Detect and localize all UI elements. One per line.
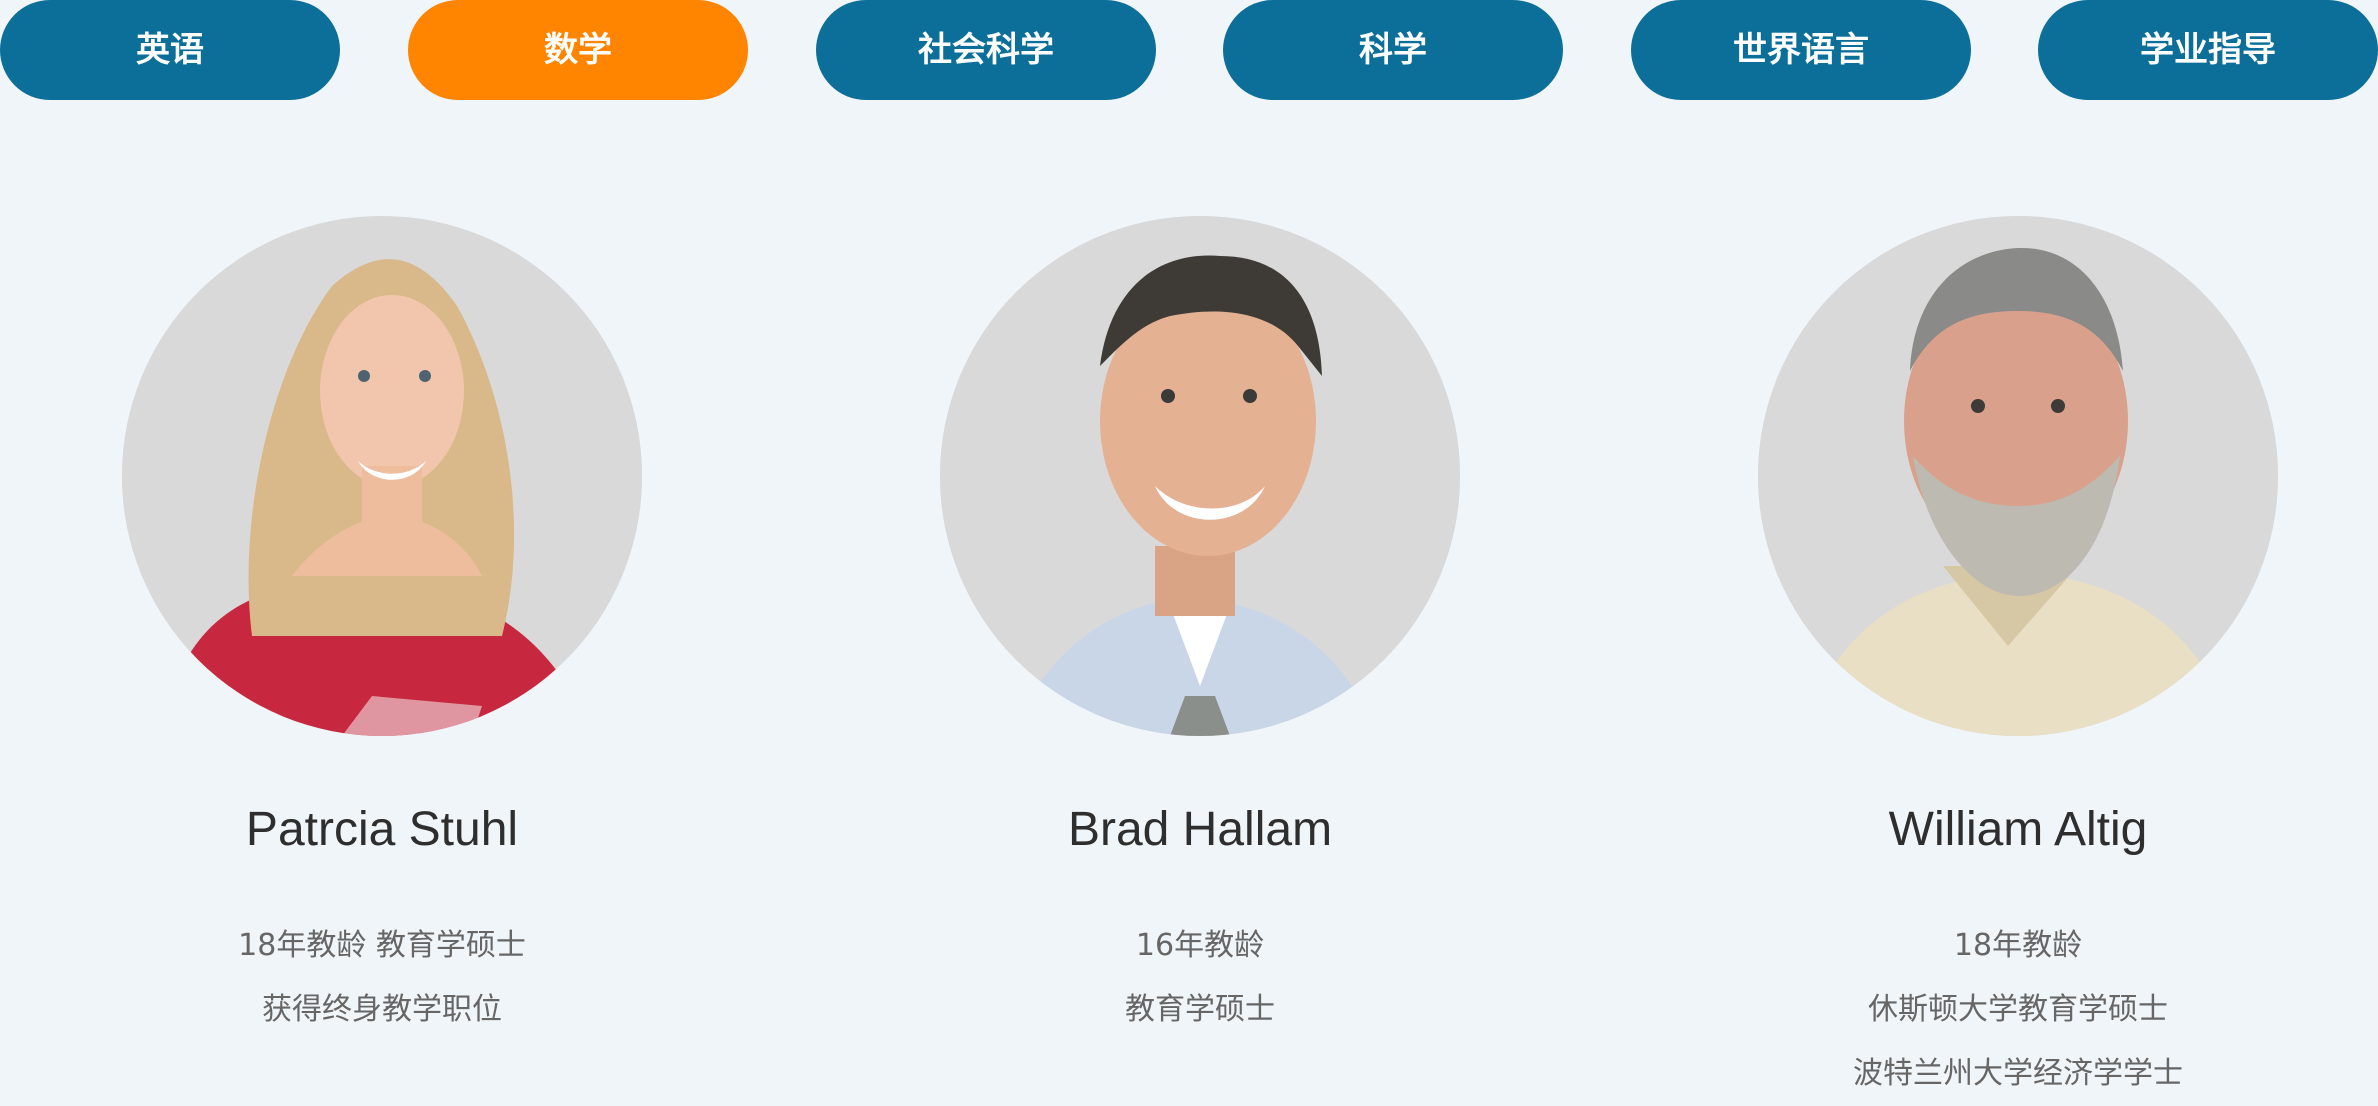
teacher-photo: [1758, 216, 2278, 736]
teacher-details: 18年教龄 教育学硕士 获得终身教学职位: [122, 914, 642, 1042]
tab-academic-guidance[interactable]: 学业指导: [2038, 0, 2378, 100]
teacher-detail-line: 16年教龄: [1135, 928, 1265, 963]
teacher-name: William Altig: [1888, 803, 2148, 856]
teacher-detail-line: 休斯顿大学教育学硕士: [1868, 992, 2168, 1027]
teacher-card: Patrcia Stuhl 18年教龄 教育学硕士 获得终身教学职位: [122, 216, 642, 1104]
teacher-card: William Altig 18年教龄 休斯顿大学教育学硕士 波特兰州大学经济学…: [1758, 216, 2278, 1104]
teacher-detail-line: 获得终身教学职位: [262, 992, 502, 1027]
teacher-detail-line: 教育学硕士: [1125, 992, 1275, 1027]
tab-world-language[interactable]: 世界语言: [1631, 0, 1971, 100]
teacher-photo-image: [122, 216, 642, 736]
subject-tabs: 英语 数学 社会科学 科学 世界语言 学业指导: [0, 0, 2378, 100]
teacher-detail-line: 18年教龄 教育学硕士: [238, 928, 526, 963]
tab-english[interactable]: 英语: [0, 0, 340, 100]
teacher-name: Brad Hallam: [1067, 803, 1333, 856]
tab-math[interactable]: 数学: [408, 0, 748, 100]
teacher-details: 18年教龄 休斯顿大学教育学硕士 波特兰州大学经济学学士: [1758, 914, 2278, 1106]
teacher-photo: [122, 216, 642, 736]
teacher-photo-image: [940, 216, 1460, 736]
teacher-photo-image: [1758, 216, 2278, 736]
teacher-detail-line: 波特兰州大学经济学学士: [1853, 1056, 2183, 1091]
tab-social-science[interactable]: 社会科学: [816, 0, 1156, 100]
teacher-card: Brad Hallam 16年教龄 教育学硕士: [940, 216, 1460, 1104]
teacher-details: 16年教龄 教育学硕士: [940, 914, 1460, 1042]
tab-science[interactable]: 科学: [1223, 0, 1563, 100]
teacher-photo: [940, 216, 1460, 736]
teacher-detail-line: 18年教龄: [1953, 928, 2083, 963]
teacher-name: Patrcia Stuhl: [245, 803, 519, 856]
